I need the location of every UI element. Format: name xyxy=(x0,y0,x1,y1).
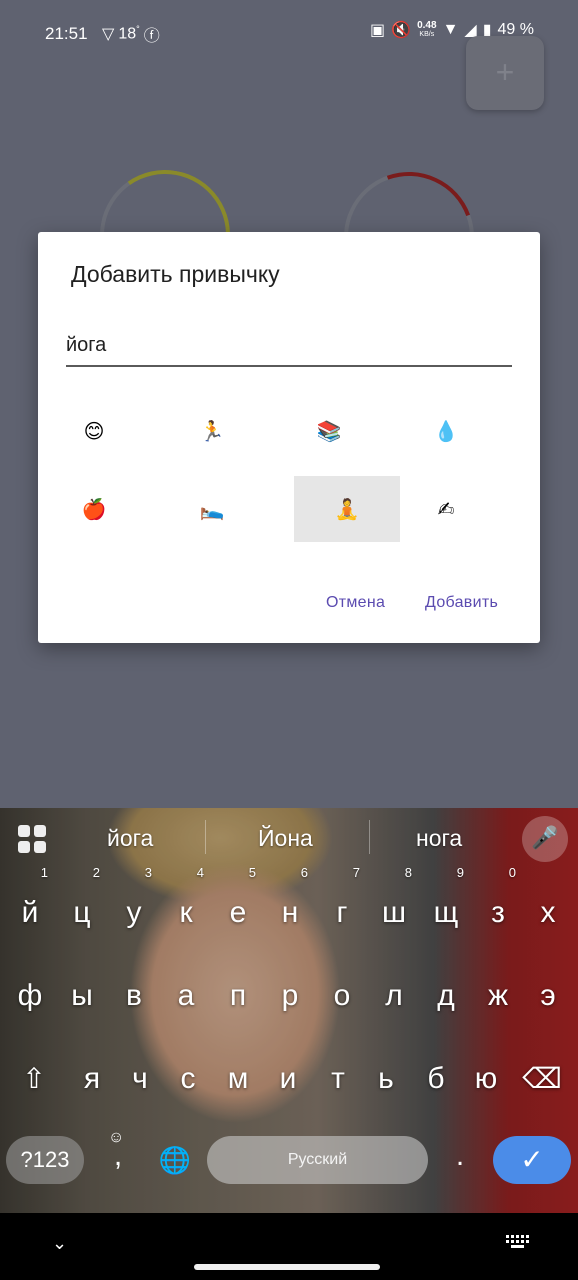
status-time: 21:51 xyxy=(45,24,88,43)
hide-keyboard-chevron-icon[interactable]: ⌄ xyxy=(52,1233,67,1254)
checkmark-icon: ✓ xyxy=(520,1144,544,1175)
key[interactable]: з0 xyxy=(472,866,524,948)
plus-icon: + xyxy=(495,54,515,90)
key[interactable]: п xyxy=(212,961,264,1031)
backspace-key[interactable]: ⌫ xyxy=(516,1044,568,1114)
key[interactable]: а xyxy=(160,961,212,1031)
key[interactable]: к4 xyxy=(160,866,212,948)
suggestion-3[interactable]: нога xyxy=(416,825,462,852)
mute-icon: 🔇 xyxy=(391,22,412,39)
space-key[interactable]: Русский xyxy=(207,1136,428,1184)
navigation-bar: ⌄ xyxy=(0,1213,578,1280)
emoji-option[interactable]: 😊 xyxy=(41,398,147,464)
backspace-icon: ⌫ xyxy=(522,1063,562,1094)
suggestion-divider xyxy=(369,820,370,854)
key[interactable]: д xyxy=(420,961,472,1031)
emoji-option[interactable]: 🛌 xyxy=(159,476,265,542)
shift-icon: ⇧ xyxy=(22,1063,46,1094)
suggestion-bar: йога Йона нога 🎤 xyxy=(0,808,578,870)
keyboard: йога Йона нога 🎤 й1 ц2 у3 к4 е5 н6 г7 ш8… xyxy=(0,808,578,1213)
key[interactable]: ж xyxy=(472,961,524,1031)
emoji-option[interactable]: 🍎 xyxy=(41,476,147,542)
vpn-shield-icon: ▽ xyxy=(102,26,115,43)
add-button[interactable]: Добавить xyxy=(425,594,498,612)
apps-grid-icon[interactable] xyxy=(18,825,46,853)
emoji-option[interactable]: 🏃 xyxy=(159,398,265,464)
shift-key[interactable]: ⇧ xyxy=(8,1044,60,1114)
key[interactable]: ш8 xyxy=(368,866,420,948)
key[interactable]: в xyxy=(108,961,160,1031)
comma-key[interactable]: ☺, xyxy=(100,1130,136,1184)
key[interactable]: ц2 xyxy=(56,866,108,948)
period-key[interactable]: . xyxy=(440,1136,480,1184)
voice-input-button[interactable]: 🎤 xyxy=(522,816,568,862)
emoji-option-selected[interactable]: 🧘 xyxy=(294,476,400,542)
key[interactable]: с xyxy=(162,1044,214,1114)
add-habit-dialog: Добавить привычку 😊 🏃 📚 💧 🍎 🛌 🧘 ✍ Отмена… xyxy=(38,232,540,643)
temperature-label: 18° xyxy=(118,24,140,43)
key[interactable]: ч xyxy=(114,1044,166,1114)
key[interactable]: р xyxy=(264,961,316,1031)
key[interactable]: н6 xyxy=(264,866,316,948)
emoji-icon: ☺ xyxy=(108,1129,125,1146)
key[interactable]: и xyxy=(262,1044,314,1114)
globe-icon: 🌐 xyxy=(158,1145,192,1175)
language-key[interactable]: 🌐 xyxy=(150,1136,200,1184)
network-speed: 0.48 KB/s xyxy=(417,20,437,39)
key[interactable]: е5 xyxy=(212,866,264,948)
key[interactable]: м xyxy=(212,1044,264,1114)
key[interactable]: у3 xyxy=(108,866,160,948)
key[interactable]: о xyxy=(316,961,368,1031)
cancel-button[interactable]: Отмена xyxy=(326,594,385,612)
symbols-key[interactable]: ?123 xyxy=(6,1136,84,1184)
home-gesture-pill[interactable] xyxy=(194,1264,380,1270)
nfc-icon: ▣ xyxy=(370,22,386,39)
mic-icon: 🎤 xyxy=(531,825,559,850)
key[interactable]: я xyxy=(66,1044,118,1114)
key[interactable]: ф xyxy=(4,961,56,1031)
key[interactable]: ю xyxy=(460,1044,512,1114)
key[interactable]: ь xyxy=(360,1044,412,1114)
key[interactable]: т xyxy=(312,1044,364,1114)
emoji-option[interactable]: ✍ xyxy=(393,476,499,542)
suggestion-divider xyxy=(205,820,206,854)
emoji-option[interactable]: 💧 xyxy=(393,398,499,464)
flash-icon: ⓕ xyxy=(143,28,160,45)
keyboard-switch-icon[interactable] xyxy=(506,1235,530,1249)
emoji-option[interactable]: 📚 xyxy=(276,398,382,464)
wifi-icon: ▼ xyxy=(442,21,459,38)
key[interactable]: щ9 xyxy=(420,866,472,948)
key[interactable]: й1 xyxy=(4,866,56,948)
key[interactable]: б xyxy=(410,1044,462,1114)
add-habit-fab[interactable]: + xyxy=(466,36,544,110)
enter-key[interactable]: ✓ xyxy=(493,1136,571,1184)
key[interactable]: л xyxy=(368,961,420,1031)
habit-name-input[interactable] xyxy=(66,329,512,367)
key[interactable]: х xyxy=(522,878,574,948)
dialog-title: Добавить привычку xyxy=(71,261,280,287)
key[interactable]: г7 xyxy=(316,866,368,948)
key[interactable]: ы xyxy=(56,961,108,1031)
key[interactable]: э xyxy=(522,961,574,1031)
suggestion-2[interactable]: Йона xyxy=(258,825,313,852)
suggestion-1[interactable]: йога xyxy=(107,825,153,852)
